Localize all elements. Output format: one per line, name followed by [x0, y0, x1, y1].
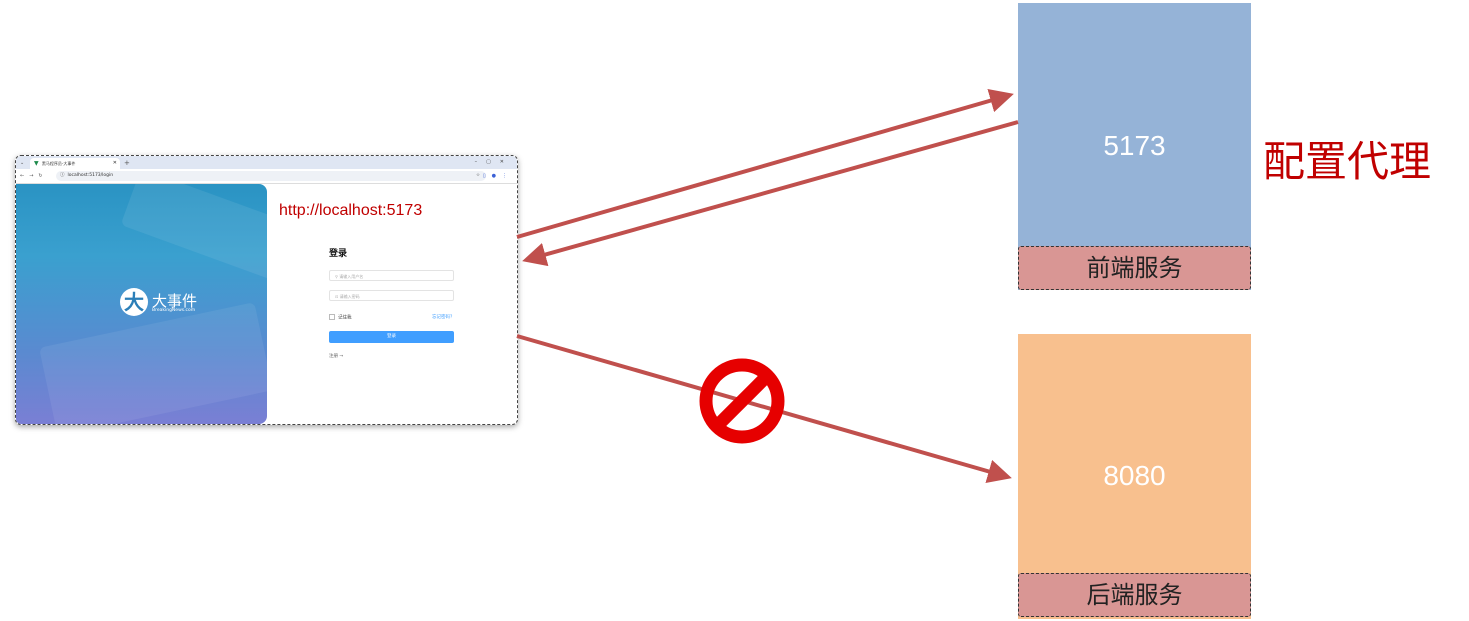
request-arrow: [516, 89, 1014, 239]
blocked-request-arrow: [516, 334, 1012, 484]
forbidden-icon: [699, 358, 785, 444]
response-arrow: [522, 120, 1019, 267]
arrows-overlay: [516, 89, 1019, 484]
